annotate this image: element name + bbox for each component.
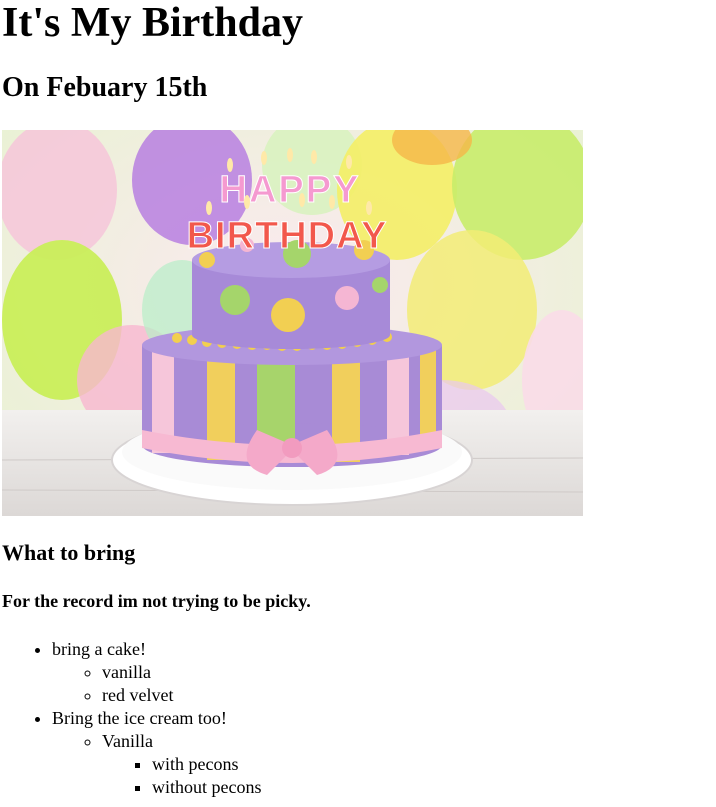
ice-cream-flavor-list: Vanilla with pecons without pecons — [52, 730, 716, 799]
bring-list: bring a cake! vanilla red velvet Bring t… — [2, 638, 716, 799]
page: It's My Birthday On Febuary 15th HAPPY B… — [0, 0, 716, 807]
list-item-label: Bring the ice cream too! — [52, 708, 227, 728]
page-subtitle-date: On Febuary 15th — [2, 72, 208, 103]
list-item-label: bring a cake! — [52, 639, 146, 659]
list-item: vanilla — [102, 661, 716, 684]
list-item: bring a cake! vanilla red velvet — [52, 638, 716, 707]
page-title: It's My Birthday — [2, 0, 304, 46]
list-item: Bring the ice cream too! Vanilla with pe… — [52, 707, 716, 799]
candle-birthday-label: BIRTHDAY — [187, 215, 388, 257]
candle-happy-label: HAPPY — [220, 169, 361, 211]
list-item: red velvet — [102, 684, 716, 707]
pecan-option-list: with pecons without pecons — [102, 753, 716, 799]
list-item: with pecons — [152, 753, 716, 776]
list-item: Vanilla with pecons without pecons — [102, 730, 716, 799]
what-to-bring-heading: What to bring — [2, 540, 136, 565]
list-item: without pecons — [152, 776, 716, 799]
birthday-cake-image: HAPPY BIRTHDAY — [2, 130, 583, 516]
picky-note: For the record im not trying to be picky… — [2, 591, 311, 611]
list-item-label: Vanilla — [102, 731, 153, 751]
cake-flavor-list: vanilla red velvet — [52, 661, 716, 707]
